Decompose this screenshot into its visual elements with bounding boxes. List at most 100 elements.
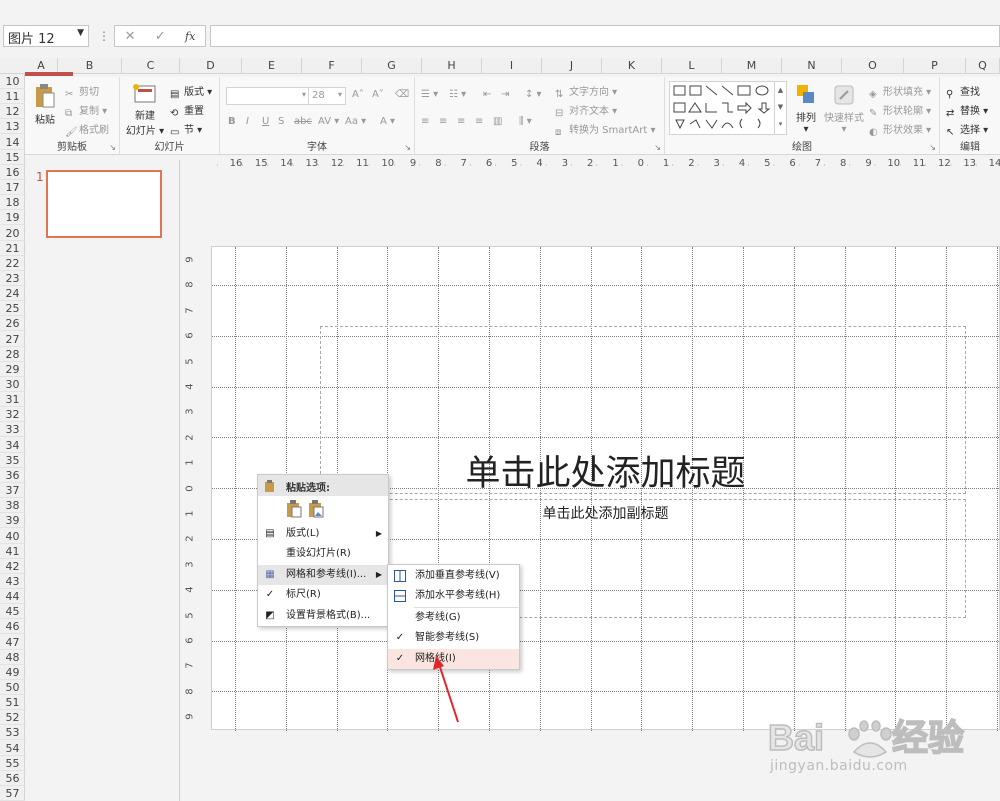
distribute-icon[interactable]: ▥	[493, 116, 502, 127]
grow-font-icon[interactable]: A˄	[352, 89, 364, 100]
menu-item-layout[interactable]: ▤ 版式(L) ▶	[258, 524, 388, 544]
row-header[interactable]: 35	[0, 453, 25, 468]
char-spacing-icon[interactable]: AV ▾	[318, 116, 339, 127]
row-header[interactable]: 53	[0, 725, 25, 741]
italic-icon[interactable]: I	[246, 116, 249, 127]
font-color-icon[interactable]: A ▾	[380, 116, 395, 127]
row-header[interactable]: 54	[0, 741, 25, 756]
arrange-button[interactable]: 排列 ▾	[791, 83, 821, 135]
row-header[interactable]: 38	[0, 498, 25, 514]
align-left-icon[interactable]: ≡	[421, 116, 429, 127]
row-header[interactable]: 42	[0, 559, 25, 574]
change-case-icon[interactable]: Aa ▾	[345, 116, 366, 127]
shapes-gallery[interactable]: ▲ ▼ ▾	[669, 81, 787, 135]
row-header[interactable]: 36	[0, 468, 25, 483]
column-header[interactable]: O	[842, 58, 904, 73]
increase-indent-icon[interactable]: ⇥	[501, 89, 509, 100]
chevron-down-icon[interactable]: ▾	[338, 90, 342, 99]
row-header[interactable]: 28	[0, 347, 25, 362]
bullets-icon[interactable]: ☰ ▾	[421, 89, 438, 100]
chevron-down-icon[interactable]: ▾	[302, 90, 306, 99]
replace-button[interactable]: ⇄ 替换 ▾	[946, 102, 988, 119]
cancel-icon[interactable]: ✕	[125, 29, 136, 44]
cut-button[interactable]: ✂ 剪切	[65, 83, 99, 100]
row-header[interactable]: 32	[0, 407, 25, 423]
align-center-icon[interactable]: ≡	[439, 116, 447, 127]
row-header[interactable]: 43	[0, 574, 25, 589]
format-painter-button[interactable]: 🖌格式刷	[65, 121, 109, 138]
row-header[interactable]: 10	[0, 74, 25, 89]
shape-outline-button[interactable]: ✎ 形状轮廓 ▾	[869, 102, 931, 119]
row-header[interactable]: 18	[0, 195, 25, 211]
row-header[interactable]: 52	[0, 710, 25, 726]
dialog-launcher-icon[interactable]: ↘	[929, 143, 936, 152]
row-header[interactable]: 13	[0, 119, 25, 135]
dialog-launcher-icon[interactable]: ↘	[109, 143, 116, 152]
section-button[interactable]: ▭ 节 ▾	[170, 121, 202, 138]
dialog-launcher-icon[interactable]: ↘	[654, 143, 661, 152]
column-header[interactable]: E	[242, 58, 302, 73]
paste-option-picture[interactable]	[308, 500, 324, 521]
row-header[interactable]: 56	[0, 771, 25, 786]
row-header[interactable]: 41	[0, 544, 25, 559]
enter-icon[interactable]: ✓	[155, 29, 166, 44]
row-header[interactable]: 31	[0, 392, 25, 408]
row-header[interactable]: 14	[0, 135, 25, 150]
row-header[interactable]: 50	[0, 680, 25, 695]
row-header[interactable]: 29	[0, 362, 25, 377]
row-header[interactable]: 51	[0, 695, 25, 711]
column-header[interactable]: D	[180, 58, 242, 73]
column-header[interactable]: F	[302, 58, 362, 73]
select-button[interactable]: ↖ 选择 ▾	[946, 121, 988, 138]
row-header[interactable]: 25	[0, 301, 25, 317]
row-header[interactable]: 11	[0, 89, 25, 105]
row-header[interactable]: 23	[0, 271, 25, 286]
column-header[interactable]: J	[542, 58, 602, 73]
align-right-icon[interactable]: ≡	[457, 116, 465, 127]
dialog-launcher-icon[interactable]: ↘	[404, 143, 411, 152]
row-header[interactable]: 46	[0, 619, 25, 635]
row-header[interactable]: 12	[0, 104, 25, 120]
column-header[interactable]: N	[782, 58, 842, 73]
row-header[interactable]: 33	[0, 422, 25, 438]
column-header[interactable]: K	[602, 58, 662, 73]
slide-thumbnail[interactable]	[46, 170, 162, 238]
row-header[interactable]: 16	[0, 165, 25, 180]
row-header[interactable]: 17	[0, 180, 25, 196]
gallery-scroll[interactable]: ▲ ▼ ▾	[774, 82, 786, 134]
menu-item-reset-slide[interactable]: 重设幻灯片(R)	[258, 544, 388, 564]
copy-button[interactable]: ⧉ 复制 ▾	[65, 102, 107, 119]
row-header[interactable]: 24	[0, 286, 25, 302]
layout-button[interactable]: ▤ 版式 ▾	[170, 83, 212, 100]
bold-icon[interactable]: B	[228, 116, 236, 127]
row-header[interactable]: 37	[0, 483, 25, 499]
shape-effects-button[interactable]: ◐ 形状效果 ▾	[869, 121, 931, 138]
row-header[interactable]: 30	[0, 377, 25, 392]
new-slide-button[interactable]: 新建 幻灯片 ▾	[124, 83, 166, 137]
shrink-font-icon[interactable]: A˅	[372, 89, 384, 100]
font-name-input[interactable]: ▾	[226, 87, 310, 105]
row-header[interactable]: 55	[0, 756, 25, 771]
menu-item-add-vertical-guide[interactable]: 添加垂直参考线(V)	[388, 566, 519, 586]
column-header[interactable]: Q	[966, 58, 1000, 73]
find-button[interactable]: ⚲ 查找	[946, 83, 980, 100]
row-header[interactable]: 45	[0, 604, 25, 620]
column-header[interactable]: P	[904, 58, 966, 73]
paste-option-keep-format[interactable]	[286, 500, 302, 521]
underline-icon[interactable]: U	[262, 116, 269, 127]
row-header[interactable]: 27	[0, 332, 25, 347]
column-header[interactable]: A	[25, 58, 58, 73]
row-header[interactable]: 22	[0, 256, 25, 271]
formula-input[interactable]	[210, 25, 1000, 47]
row-header[interactable]: 20	[0, 226, 25, 241]
column-header[interactable]: H	[422, 58, 482, 73]
column-header[interactable]: C	[122, 58, 180, 73]
columns-icon[interactable]: ⫼ ▾	[519, 116, 532, 127]
row-header[interactable]: 57	[0, 786, 25, 801]
line-spacing-icon[interactable]: ↕ ▾	[525, 89, 542, 100]
numbering-icon[interactable]: ☷ ▾	[449, 89, 466, 100]
row-header[interactable]: 48	[0, 650, 25, 665]
chevron-down-icon[interactable]: ▼	[77, 28, 84, 38]
menu-item-ruler[interactable]: ✓ 标尺(R)	[258, 585, 388, 605]
row-header[interactable]: 39	[0, 513, 25, 529]
